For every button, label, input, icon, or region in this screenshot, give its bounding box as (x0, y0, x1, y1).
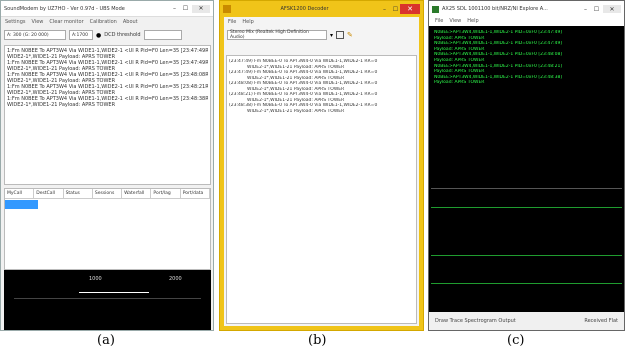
monitor-textarea[interactable]: 1:Fm N0BEE To APT3W4 Via WIDE1-1,WIDE2-1… (4, 45, 211, 185)
pencil-icon[interactable]: ✎ (347, 31, 353, 39)
ax25-titlebar: AX25 SDL 1001100 bit/NRZ/NI Explore A...… (429, 1, 624, 17)
menu-help[interactable]: Help (467, 18, 478, 25)
col-mycall[interactable]: MyCall (5, 189, 35, 198)
connections-grid[interactable]: MyCall DestCall Status Sessions Waterfal… (4, 188, 211, 270)
menu-clear-monitor[interactable]: Clear monitor (49, 19, 83, 25)
soundmodem-toolbar: A: 300 (G: 20 000) A:1700 ● DCD threshol… (1, 27, 213, 43)
save-icon[interactable] (336, 31, 345, 39)
chevron-down-icon[interactable]: ▾ (330, 32, 333, 39)
close-button[interactable]: ✕ (192, 4, 210, 13)
menu-about[interactable]: About (123, 19, 138, 25)
minimize-button[interactable]: – (581, 5, 590, 13)
decoder-line: WIDE2-1*,WIDE1-21 Payload: APRS TOWER (247, 108, 345, 114)
speed-select[interactable]: A:1700 (69, 30, 93, 40)
maximize-button[interactable]: ☐ (592, 5, 601, 13)
col-waterfall[interactable]: Waterfall (122, 189, 152, 198)
monitor-line: WIDE2-1*,WIDE1-21 Payload: APRS TOWER (7, 102, 116, 108)
scope-tick: 1000 (89, 276, 102, 282)
caption-b: (b) (308, 333, 327, 348)
close-button[interactable]: ✕ (400, 4, 420, 14)
ax25-statusbar: Draw Trace Spectrogram Output Received F… (429, 312, 624, 330)
afsk-decoder-window: AFSK1200 Decoder – ☐ ✕ File Help Stereo … (219, 0, 424, 331)
afsk-menubar: File Help (224, 17, 419, 27)
plot-gridline (431, 283, 622, 284)
plot-gridline (431, 207, 622, 208)
afsk-client: File Help Stereo Mix (Realtek High Defin… (224, 17, 419, 326)
afsk-toolbar: Stereo Mix (Realtek High Definition Audi… (224, 27, 419, 43)
caption-a: (a) (97, 333, 115, 348)
menu-settings[interactable]: Settings (5, 19, 26, 25)
ax25-title: AX25 SDL 1001100 bit/NRZ/NI Explore A... (442, 6, 548, 12)
soundmodem-window: SoundModem by UZ7HO - Ver 0.97d - UBS Mo… (0, 0, 214, 331)
soundmodem-menubar: Settings View Clear monitor Calibration … (1, 17, 213, 27)
mode-select[interactable]: A: 300 (G: 20 000) (4, 30, 66, 40)
caption-c: (c) (507, 333, 525, 348)
selected-row[interactable] (5, 200, 38, 209)
scope-band-marker (79, 292, 149, 300)
col-status[interactable]: Status (64, 189, 93, 198)
menu-calibration[interactable]: Calibration (90, 19, 117, 25)
app-icon (432, 5, 439, 13)
soundmodem-title: SoundModem by UZ7HO - Ver 0.97d - UBS Mo… (4, 5, 125, 12)
decoder-output[interactable]: (23:47:49) Fm N0BEE-0 To APT3W4-0 Via WI… (226, 55, 417, 324)
col-sessions[interactable]: Sessions (93, 189, 123, 198)
ax25-sdl-window: AX25 SDL 1001100 bit/NRZ/NI Explore A...… (428, 0, 625, 331)
packet-line: Payload: APRS TOWER (434, 80, 485, 86)
dcd-threshold-field[interactable] (143, 30, 182, 40)
app-icon (223, 5, 231, 13)
maximize-button[interactable]: ☐ (181, 5, 190, 13)
menu-file[interactable]: File (435, 18, 443, 25)
minimize-button[interactable]: – (170, 5, 179, 13)
menu-view[interactable]: View (449, 18, 461, 25)
status-left: Draw Trace Spectrogram Output (435, 318, 516, 324)
col-port-data[interactable]: Port/data (181, 189, 210, 198)
col-destcall[interactable]: DestCall (34, 189, 64, 198)
plot-gridline (431, 255, 622, 256)
menu-view[interactable]: View (32, 19, 44, 25)
menu-file[interactable]: File (228, 19, 236, 25)
maximize-button[interactable]: ☐ (391, 5, 400, 13)
afsk-titlebar: AFSK1200 Decoder – ☐ ✕ (220, 1, 423, 17)
spectrum-display: 1000 2000 (4, 270, 211, 330)
dcd-label: DCD threshold (104, 32, 141, 38)
scope-tick: 2000 (169, 276, 182, 282)
ax25-menubar: File View Help (429, 17, 624, 26)
packet-terminal[interactable]: N0BEE>APT3W4,WIDE1-1,WIDE2-1 PID=0xF0 [2… (431, 28, 622, 186)
close-button[interactable]: ✕ (603, 5, 621, 13)
col-port-lag[interactable]: Port/lag (151, 189, 181, 198)
menu-help[interactable]: Help (242, 19, 253, 25)
status-right: Received Flat (584, 318, 618, 324)
signal-plot (431, 188, 622, 310)
grid-header: MyCall DestCall Status Sessions Waterfal… (5, 189, 210, 199)
audio-device-select[interactable]: Stereo Mix (Realtek High Definition Audi… (227, 30, 327, 40)
dcd-radio-icon[interactable]: ● (96, 32, 101, 39)
soundmodem-titlebar: SoundModem by UZ7HO - Ver 0.97d - UBS Mo… (1, 1, 213, 17)
minimize-button[interactable]: – (380, 5, 389, 13)
afsk-title: AFSK1200 Decoder (280, 6, 329, 12)
